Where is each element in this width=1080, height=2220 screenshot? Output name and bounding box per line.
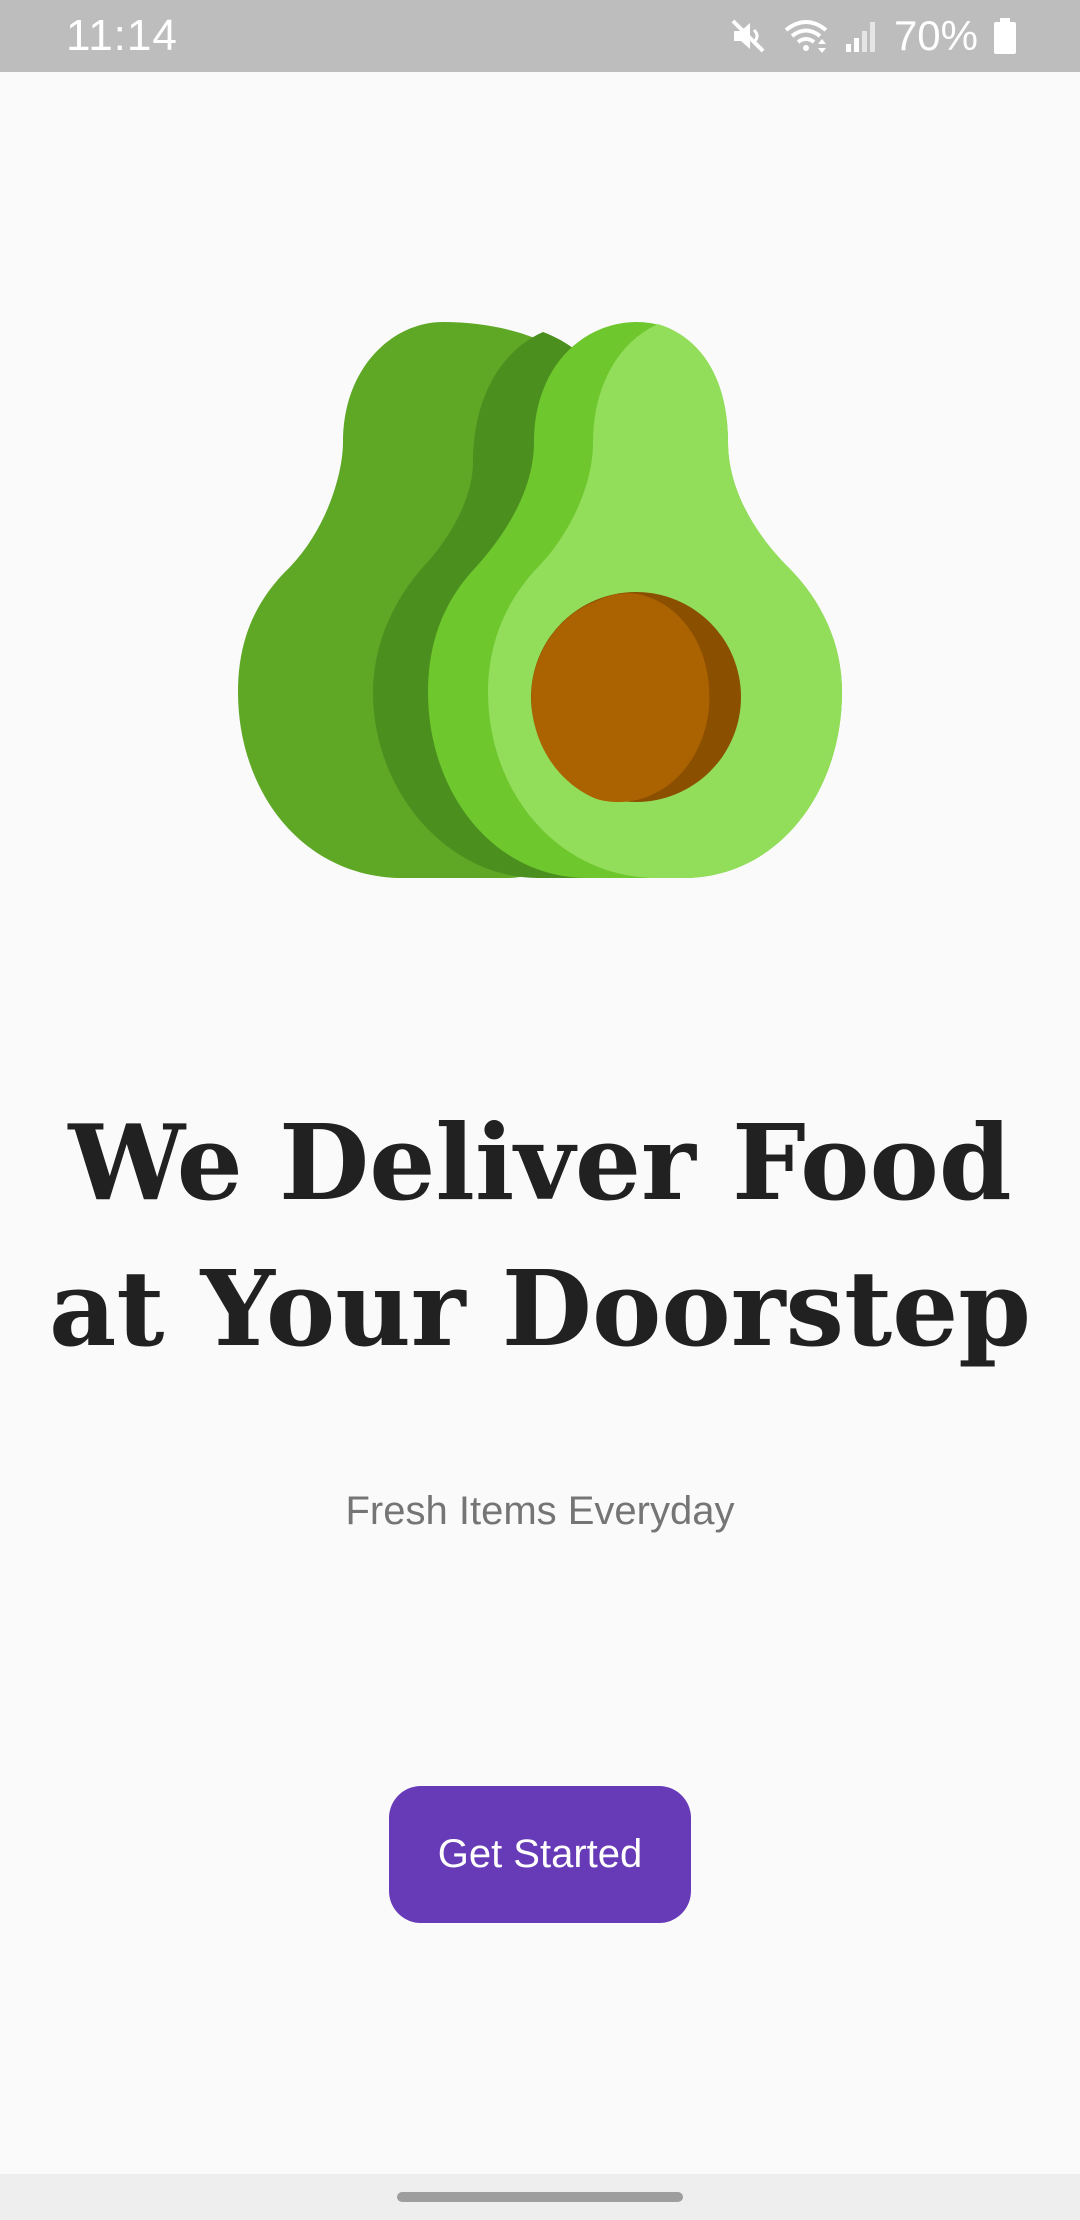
status-time: 11:14 bbox=[66, 11, 178, 60]
navigation-bar bbox=[0, 2174, 1080, 2220]
headline-line-1: We Deliver Food bbox=[68, 1101, 1012, 1224]
headline: We Deliver Food at Your Doorstep bbox=[0, 1090, 1080, 1382]
battery-icon bbox=[992, 16, 1018, 56]
subtitle: Fresh Items Everyday bbox=[345, 1489, 735, 1533]
wifi-icon bbox=[782, 16, 830, 56]
headline-line-2: at Your Doorstep bbox=[48, 1247, 1031, 1370]
status-icons: 70% bbox=[728, 10, 1018, 62]
avocado-illustration bbox=[238, 322, 842, 878]
battery-percent: 70% bbox=[893, 12, 978, 59]
signal-icon bbox=[844, 16, 880, 56]
status-bar: 11:14 70% bbox=[0, 0, 1080, 72]
get-started-button[interactable]: Get Started bbox=[389, 1786, 691, 1923]
home-handle[interactable] bbox=[397, 2192, 683, 2202]
mute-icon bbox=[728, 16, 768, 56]
